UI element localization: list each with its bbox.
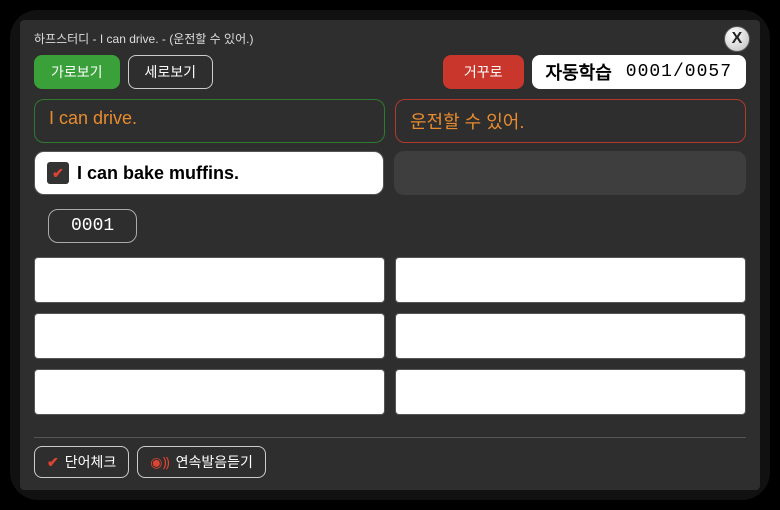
close-button[interactable]: X	[724, 26, 750, 52]
korean-header-cell[interactable]: 운전할 수 있어.	[395, 99, 746, 143]
current-sentence-text: I can bake muffins.	[77, 163, 239, 184]
answer-slot[interactable]	[34, 313, 385, 359]
answer-grid	[34, 257, 746, 415]
answer-slot[interactable]	[34, 369, 385, 415]
word-check-label: 단어체크	[65, 452, 117, 472]
tablet-frame: X 하프스터디 - I can drive. - (운전할 수 있어.) 가로보…	[10, 10, 770, 500]
number-row: 0001	[34, 209, 746, 243]
english-header-cell[interactable]: I can drive.	[34, 99, 385, 143]
sentence-number-badge: 0001	[48, 209, 137, 243]
continuous-audio-label: 연속발음듣기	[176, 452, 253, 472]
footer-bar: ✔ 단어체크 ◉⸩ 연속발음듣기	[34, 437, 746, 478]
close-icon: X	[732, 30, 743, 48]
reverse-button[interactable]: 거꾸로	[443, 55, 524, 89]
header-row: I can drive. 운전할 수 있어.	[34, 99, 746, 143]
app-screen: X 하프스터디 - I can drive. - (운전할 수 있어.) 가로보…	[20, 20, 760, 490]
answer-slot[interactable]	[395, 313, 746, 359]
current-translation-cell[interactable]	[394, 151, 746, 195]
answer-slot[interactable]	[34, 257, 385, 303]
sound-icon: ◉⸩	[150, 453, 169, 472]
answer-slot[interactable]	[395, 257, 746, 303]
word-check-button[interactable]: ✔ 단어체크	[34, 446, 129, 478]
horizontal-view-button[interactable]: 가로보기	[34, 55, 120, 89]
current-row: ✔ I can bake muffins.	[34, 151, 746, 195]
auto-learn-counter: 0001/0057	[626, 62, 732, 82]
continuous-audio-button[interactable]: ◉⸩ 연속발음듣기	[137, 446, 266, 478]
window-title: 하프스터디 - I can drive. - (운전할 수 있어.)	[34, 30, 746, 47]
vertical-view-button[interactable]: 세로보기	[128, 55, 214, 89]
toolbar: 가로보기 세로보기 거꾸로 자동학습 0001/0057	[34, 55, 746, 89]
auto-learn-label: 자동학습	[546, 59, 612, 85]
answer-slot[interactable]	[395, 369, 746, 415]
checkbox-icon[interactable]: ✔	[47, 162, 69, 184]
current-sentence-cell[interactable]: ✔ I can bake muffins.	[34, 151, 384, 195]
auto-learn-panel[interactable]: 자동학습 0001/0057	[532, 55, 746, 89]
check-icon: ✔	[47, 454, 59, 471]
